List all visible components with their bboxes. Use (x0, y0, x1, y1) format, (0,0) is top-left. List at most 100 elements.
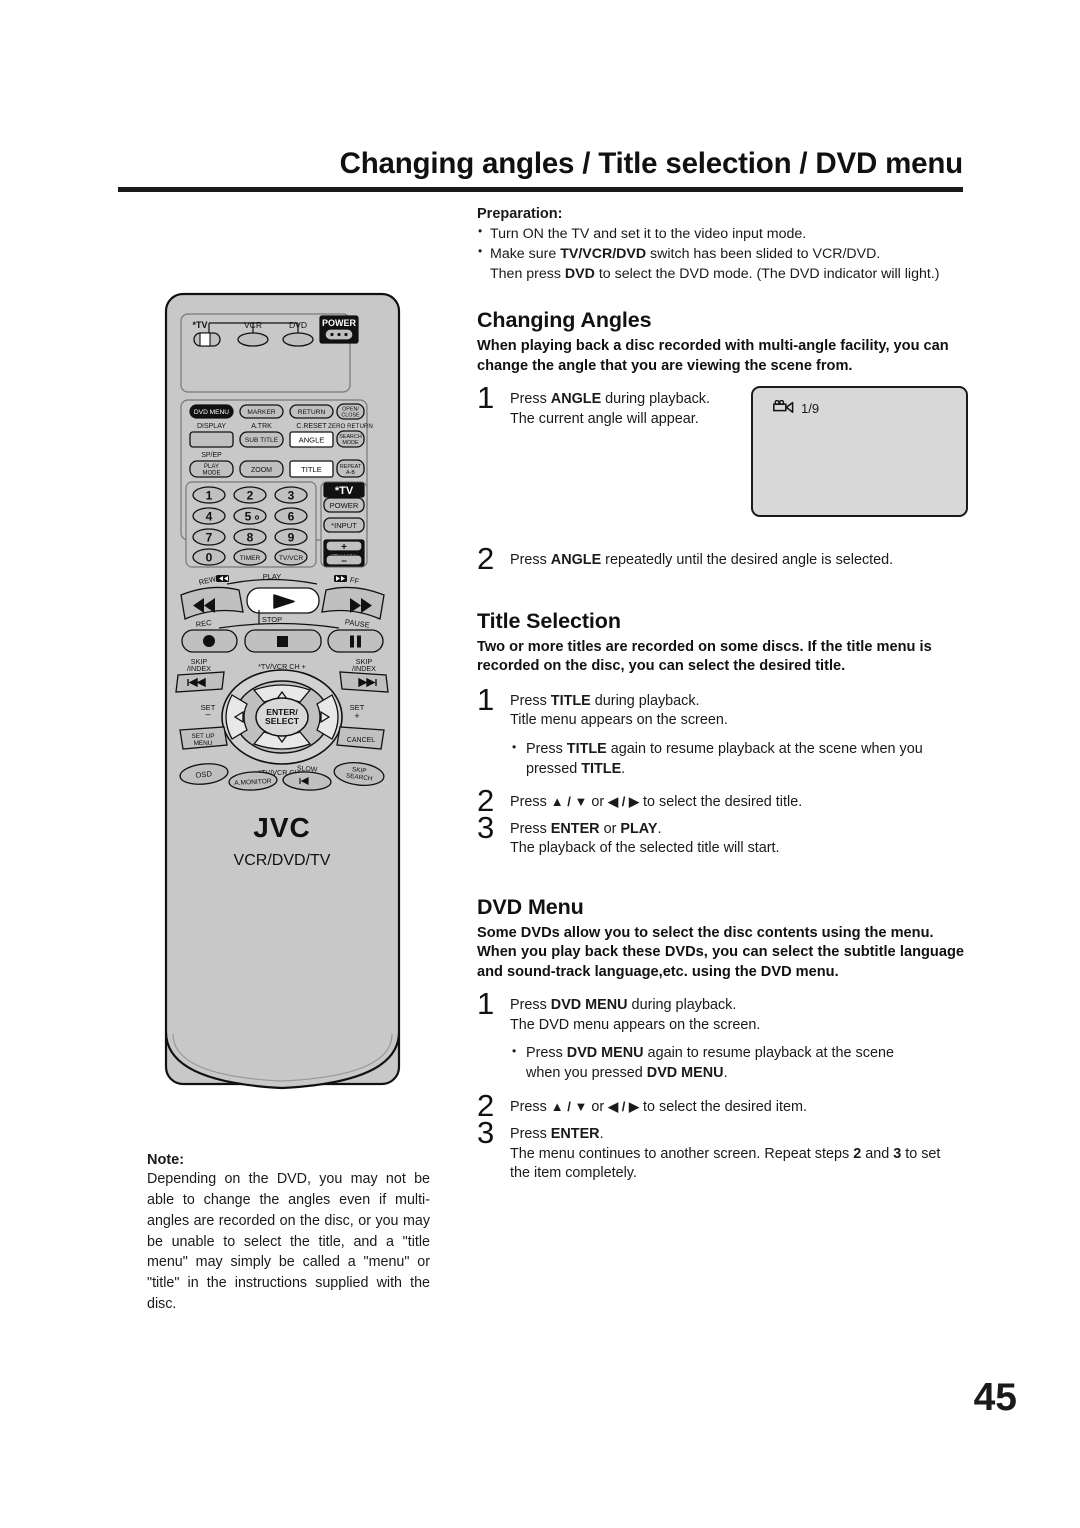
svg-text:TV/VCR: TV/VCR (279, 555, 303, 562)
rec-button (181, 629, 238, 653)
svg-text:0: 0 (206, 551, 213, 565)
svg-text:SET UP: SET UP (192, 733, 215, 740)
angle-osd-value: 1/9 (801, 401, 820, 417)
svg-text:SELECT: SELECT (265, 716, 300, 726)
main-content-column: Preparation: Turn ON the TV and set it t… (477, 206, 968, 1191)
section-lead-dvd-menu-2: When you play back these DVDs, you can s… (477, 944, 964, 980)
svg-text:A-B: A-B (346, 470, 355, 476)
tv-control-panel: *TV POWER *INPUT + *TV VOL – (323, 482, 365, 567)
step-item: 1 Press ANGLE during playback. The curre… (477, 382, 790, 429)
step-number: 1 (477, 681, 495, 717)
svg-text:4: 4 (206, 510, 213, 524)
step-item: 3 Press ENTER. The menu continues to ano… (477, 1117, 964, 1184)
step-number: 1 (477, 986, 495, 1022)
step-text: Press DVD MENU during playback. The DVD … (510, 997, 761, 1033)
camcorder-icon (773, 400, 795, 417)
leftright-arrow-icon: ◀ / ▶ (608, 1099, 640, 1115)
svg-text:7: 7 (206, 531, 213, 545)
step-number: 3 (477, 1114, 495, 1150)
dvd-menu-section: DVD Menu Some DVDs allow you to select t… (477, 895, 964, 1184)
page-title: Changing angles / Title selection / DVD … (339, 147, 964, 180)
skip-index-left-button (175, 671, 225, 693)
page-header: Changing angles / Title selection / DVD … (118, 147, 964, 194)
vcr-mode-button (237, 332, 269, 347)
rew-icon (216, 575, 229, 582)
list-item: Make sure TV/VCR/DVD switch has been sli… (477, 243, 964, 284)
section-heading-changing-angles: Changing Angles (477, 308, 652, 333)
set-minus-sign: – (205, 709, 210, 719)
svg-text:MARKER: MARKER (247, 409, 275, 416)
step-text: Press ANGLE repeatedly until the desired… (510, 552, 894, 569)
step-number: 3 (477, 809, 495, 845)
setup-menu-button: SET UP MENU (179, 726, 228, 750)
pause-button (327, 629, 384, 653)
marker-button: MARKER (239, 404, 284, 419)
angle-osd-inner: 1/9 (753, 388, 966, 417)
svg-text:ANGLE: ANGLE (299, 436, 325, 445)
step-item: 2 Press ▲ / ▼ or ◀ / ▶ to select the des… (477, 785, 964, 816)
remote-model-label: VCR/DVD/TV (234, 852, 331, 869)
stop-button (244, 629, 322, 653)
leftright-arrow-icon: ◀ / ▶ (608, 794, 640, 810)
dpad-left-button (225, 694, 248, 740)
cancel-button: CANCEL (336, 726, 385, 750)
svg-text:ZOOM: ZOOM (251, 467, 272, 474)
step-item: 1 Press TITLE during playback. Title men… (477, 684, 964, 779)
title-selection-steps: 1 Press TITLE during playback. Title men… (477, 684, 964, 859)
svg-text:CLOSE: CLOSE (341, 413, 360, 419)
preparation-heading: Preparation: (477, 206, 563, 222)
section-lead-dvd-menu-1: Some DVDs allow you to select the disc c… (477, 924, 934, 941)
step-text: Press ANGLE during playback. The current… (510, 391, 710, 427)
svg-text:2: 2 (247, 489, 254, 503)
section-lead-changing-angles: When playing back a disc recorded with m… (477, 338, 949, 374)
step-number: 1 (477, 380, 495, 416)
svg-text:POWER: POWER (322, 318, 357, 328)
updown-arrow-icon: ▲ / ▼ (550, 794, 588, 810)
atrk-label: A.TRK (251, 423, 272, 430)
display-button (189, 431, 234, 448)
note-block: Note: Depending on the DVD, you may not … (147, 1152, 430, 1315)
sub-title-button: SUB TITLE (239, 431, 284, 448)
section-heading-dvd-menu: DVD Menu (477, 894, 584, 919)
dvd-mode-button (282, 332, 314, 347)
step-text: Press ENTER. The menu continues to anoth… (510, 1125, 941, 1182)
svg-text:1: 1 (206, 489, 213, 503)
updown-arrow-icon: ▲ / ▼ (550, 1099, 588, 1115)
prep-item-2-line2: Then press DVD to select the DVD mode. (… (490, 266, 940, 283)
step-item: 2 Press ▲ / ▼ or ◀ / ▶ to select the des… (477, 1090, 964, 1121)
svg-text:SUB TITLE: SUB TITLE (245, 437, 279, 444)
svg-text:*TV: *TV (335, 485, 354, 497)
skip-index-right-button (339, 671, 389, 693)
jvc-logo: JVC (253, 812, 310, 843)
step-sub-bullet: Press DVD MENU again to resume playback … (510, 1043, 926, 1083)
step-item: 1 Press DVD MENU during playback. The DV… (477, 988, 964, 1083)
display-label: DISPLAY (197, 423, 226, 430)
svg-text:5: 5 (245, 510, 252, 524)
svg-text:CANCEL: CANCEL (347, 737, 376, 744)
svg-text:TIMER: TIMER (240, 555, 261, 562)
list-item: Turn ON the TV and set it to the video i… (477, 223, 964, 244)
svg-text:POWER: POWER (330, 501, 359, 510)
remote-dvd-mode-label: DVD (289, 320, 307, 330)
svg-text:3: 3 (288, 489, 295, 503)
svg-text:PLAY: PLAY (204, 464, 219, 470)
svg-text:MODE: MODE (342, 440, 359, 446)
remote-tv-mode-label: *TV (192, 320, 207, 330)
return-button: RETURN (289, 404, 334, 419)
svg-text:*INPUT: *INPUT (331, 521, 357, 530)
search-mode-button: SEARCH MODE (336, 430, 365, 448)
skip-index-right-label2: /INDEX (352, 664, 376, 673)
zero-return-label: ZERO RETURN (328, 423, 373, 430)
step-item: 2 Press ANGLE repeatedly until the desir… (477, 543, 980, 574)
angle-button: ANGLE (289, 431, 334, 448)
svg-text:DVD MENU: DVD MENU (194, 409, 229, 416)
preparation-block: Preparation: Turn ON the TV and set it t… (477, 206, 964, 284)
section-lead-title-selection: Two or more titles are recorded on some … (477, 639, 932, 675)
step-text: Press TITLE during playback. Title menu … (510, 692, 728, 729)
enter-select-button: ENTER/ SELECT (255, 697, 309, 737)
stop-label: STOP (262, 615, 282, 624)
preparation-list: Turn ON the TV and set it to the video i… (477, 223, 964, 284)
header-divider (118, 187, 963, 194)
page-number: 45 (973, 1376, 1017, 1419)
svg-text:RETURN: RETURN (298, 409, 326, 416)
